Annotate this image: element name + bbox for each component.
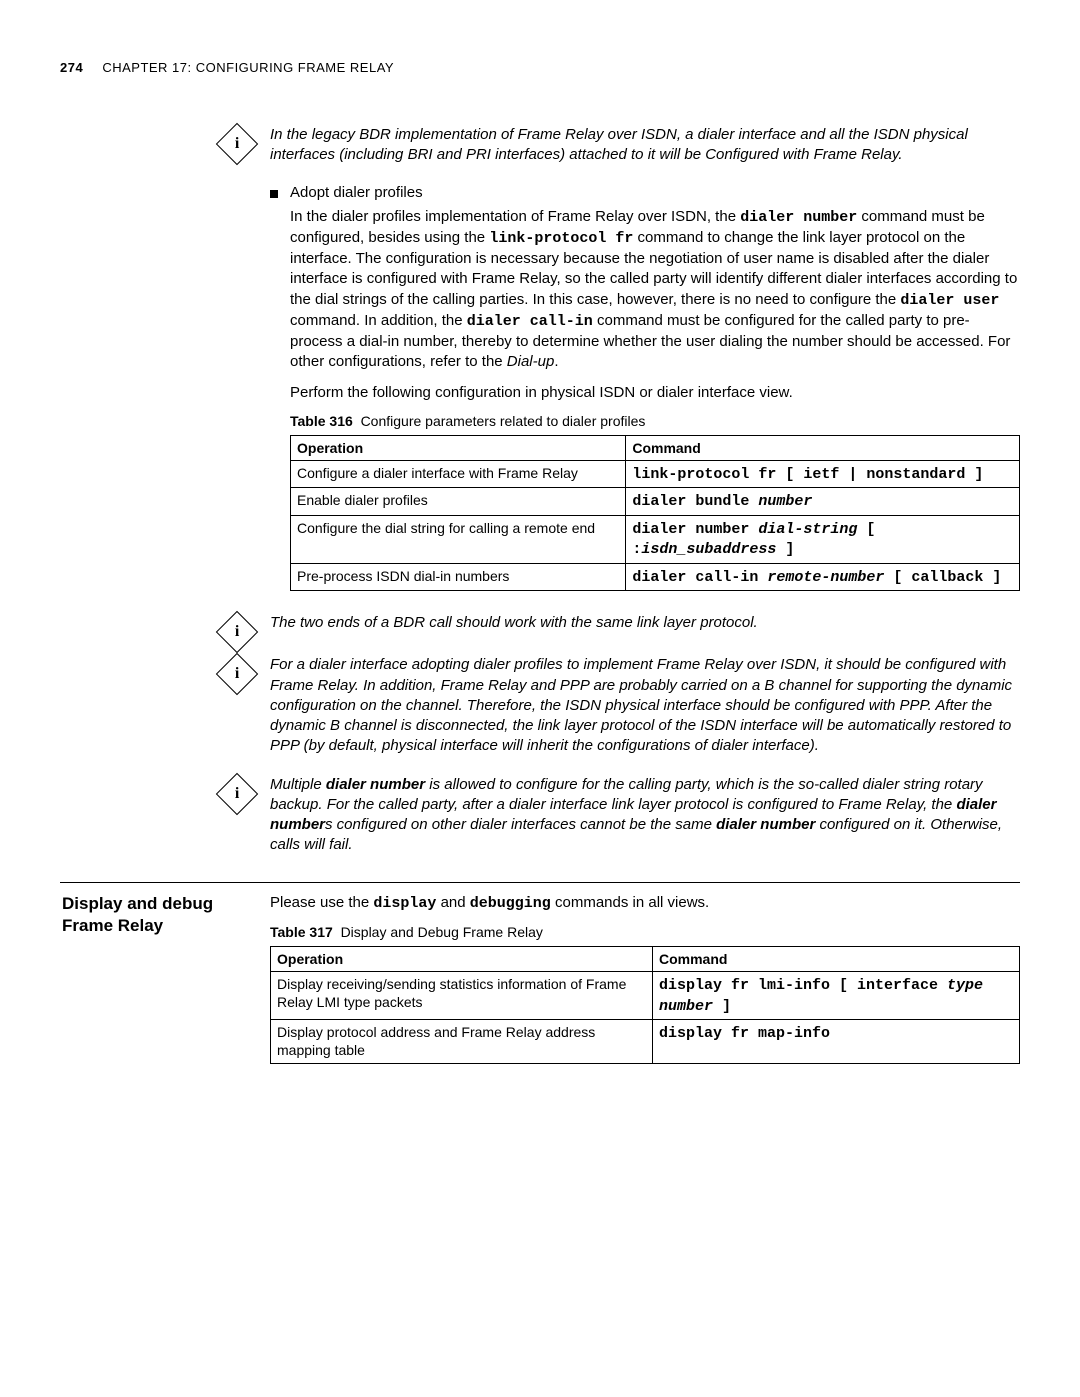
table-cell: Display receiving/sending statistics inf… [271, 972, 653, 1020]
page-number: 274 [60, 60, 83, 75]
section-heading: Display and debug Frame Relay [62, 893, 213, 937]
table-cell: Enable dialer profiles [291, 488, 626, 516]
table-header: Command [652, 946, 1019, 971]
table-cell: Configure the dial string for calling a … [291, 515, 626, 563]
note-text: The two ends of a BDR call should work w… [270, 613, 1020, 633]
chapter-title: CHAPTER 17: CONFIGURING FRAME RELAY [102, 60, 394, 75]
table-cell: link-protocol fr [ ietf | nonstandard ] [626, 460, 1020, 488]
bullet-text: Adopt dialer profiles [290, 184, 423, 201]
table-cell: dialer bundle number [626, 488, 1020, 516]
bullet-icon [270, 190, 278, 198]
info-icon: i [216, 123, 258, 165]
table-header: Operation [271, 946, 653, 971]
body-paragraph: In the dialer profiles implementation of… [290, 207, 1020, 373]
info-icon: i [216, 611, 258, 653]
table-cell: Pre-process ISDN dial-in numbers [291, 563, 626, 591]
info-icon: i [216, 772, 258, 814]
note-text: In the legacy BDR implementation of Fram… [270, 125, 1020, 166]
table-dialer-profiles: Operation Command Configure a dialer int… [290, 435, 1020, 592]
page-header: 274 CHAPTER 17: CONFIGURING FRAME RELAY [60, 60, 1020, 75]
table-display-debug: Operation Command Display receiving/send… [270, 946, 1020, 1064]
note-text: For a dialer interface adopting dialer p… [270, 655, 1020, 756]
table-caption: Table 316 Configure parameters related t… [290, 413, 1020, 429]
body-paragraph: Please use the display and debugging com… [270, 893, 1020, 914]
table-cell: dialer call-in remote-number [ callback … [626, 563, 1020, 591]
table-header: Operation [291, 435, 626, 460]
body-paragraph: Perform the following configuration in p… [290, 383, 1020, 403]
table-cell: Configure a dialer interface with Frame … [291, 460, 626, 488]
table-caption: Table 317 Display and Debug Frame Relay [270, 924, 1020, 940]
info-icon: i [216, 653, 258, 695]
note-text: Multiple dialer number is allowed to con… [270, 775, 1020, 856]
table-cell: display fr map-info [652, 1020, 1019, 1063]
table-header: Command [626, 435, 1020, 460]
table-cell: Display protocol address and Frame Relay… [271, 1020, 653, 1063]
table-cell: dialer number dial-string [ :isdn_subadd… [626, 515, 1020, 563]
table-cell: display fr lmi-info [ interface type num… [652, 972, 1019, 1020]
